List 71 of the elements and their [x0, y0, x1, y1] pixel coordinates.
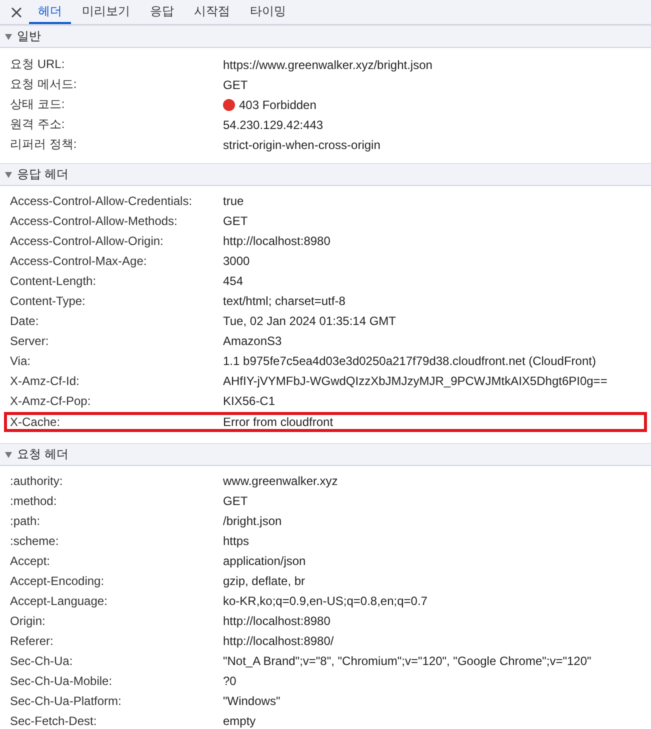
header-name: :authority: [10, 474, 64, 488]
header-value: Error from cloudfront [223, 415, 334, 429]
header-value: AmazonS3 [223, 334, 282, 348]
header-value: /bright.json [223, 514, 282, 528]
header-value: https://www.greenwalker.xyz/bright.json [223, 58, 432, 72]
header-value: http://localhost:8980/ [223, 634, 334, 648]
header-name: 원격 주소: [10, 116, 66, 133]
header-value: gzip, deflate, br [223, 574, 306, 588]
header-value: AHfIY-jVYMFbJ-WGwdQIzzXbJMJzyMJR_9PCWJMtkAIX5Dhgt6PI0g== [223, 374, 608, 388]
header-name: X-Amz-Cf-Pop: [10, 394, 92, 408]
section-title: 일반 [17, 28, 41, 45]
header-name: Date: [10, 314, 40, 328]
header-value: GET [223, 494, 248, 508]
header-name: Referer: [10, 634, 54, 648]
header-name: Via: [10, 354, 32, 368]
header-name: 요청 메서드: [10, 76, 78, 93]
header-value: https [223, 534, 250, 548]
header-name: Accept: [10, 554, 52, 568]
header-value: GET [223, 78, 248, 92]
header-value: "Not_A Brand";v="8", "Chromium";v="120", "Google Chrome";v="120" [223, 654, 592, 668]
header-value: www.greenwalker.xyz [223, 474, 338, 488]
header-name: Accept-Encoding: [10, 574, 106, 588]
header-value: text/html; charset=utf-8 [223, 294, 346, 308]
header-value: Tue, 02 Jan 2024 01:35:14 GMT [223, 314, 396, 328]
tab[interactable]: 타이밍 [241, 0, 295, 24]
header-name: Content-Type: [10, 294, 86, 308]
header-name: :method: [10, 494, 58, 508]
header-value: strict-origin-when-cross-origin [223, 138, 380, 152]
header-name: Origin: [10, 614, 46, 628]
header-value: empty [223, 714, 256, 728]
section-title: 요청 헤더 [17, 446, 68, 463]
header-value: ko-KR,ko;q=0.9,en-US;q=0.8,en;q=0.7 [223, 594, 428, 608]
header-value: true [223, 194, 244, 208]
header-value: http://localhost:8980 [223, 234, 330, 248]
header-name: Sec-Ch-Ua-Platform: [10, 694, 122, 708]
header-value: 454 [223, 274, 244, 288]
header-name: X-Amz-Cf-Id: [10, 374, 80, 388]
header-value: 54.230.129.42:443 [223, 118, 324, 132]
header-name: Access-Control-Max-Age: [10, 254, 148, 268]
section-header[interactable]: 응답 헤더 [0, 163, 651, 186]
header-value: "Windows" [223, 694, 280, 708]
header-name: Access-Control-Allow-Methods: [10, 214, 178, 228]
header-value: http://localhost:8980 [223, 614, 330, 628]
header-value: 3000 [223, 254, 250, 268]
header-value: 1.1 b975fe7c5ea4d03e3d0250a217f79d38.cloudfront.net (CloudFront) [223, 354, 596, 368]
header-name: Content-Length: [10, 274, 98, 288]
header-name: Sec-Ch-Ua: [10, 654, 74, 668]
header-name: :path: [10, 514, 42, 528]
header-name: 상태 코드: [10, 96, 66, 113]
header-name: Server: [10, 334, 50, 348]
tab[interactable]: 시작점 [185, 0, 239, 24]
header-value: KIX56-C1 [223, 394, 276, 408]
header-name: Access-Control-Allow-Origin: [10, 234, 164, 248]
section-header[interactable]: 요청 헤더 [0, 443, 651, 466]
header-value: application/json [223, 554, 306, 568]
header-value: GET [223, 214, 248, 228]
header-name: Sec-Ch-Ua-Mobile: [10, 674, 114, 688]
close-icon [10, 6, 22, 18]
tab[interactable]: 미리보기 [73, 0, 139, 24]
header-value: ?0 [223, 674, 236, 688]
header-value: 403 Forbidden [239, 98, 316, 112]
section-title: 응답 헤더 [17, 166, 68, 183]
header-name: 리퍼러 정책: [10, 136, 78, 153]
header-name: :scheme: [10, 534, 60, 548]
header-name: Accept-Language: [10, 594, 108, 608]
section-header[interactable]: 일반 [0, 25, 651, 48]
header-name: X-Cache: [10, 415, 62, 429]
header-name: Access-Control-Allow-Credentials: [10, 194, 194, 208]
header-name: 요청 URL: [10, 56, 66, 73]
header-name: Sec-Fetch-Dest: [10, 714, 98, 728]
tab[interactable]: 응답 [141, 0, 183, 24]
